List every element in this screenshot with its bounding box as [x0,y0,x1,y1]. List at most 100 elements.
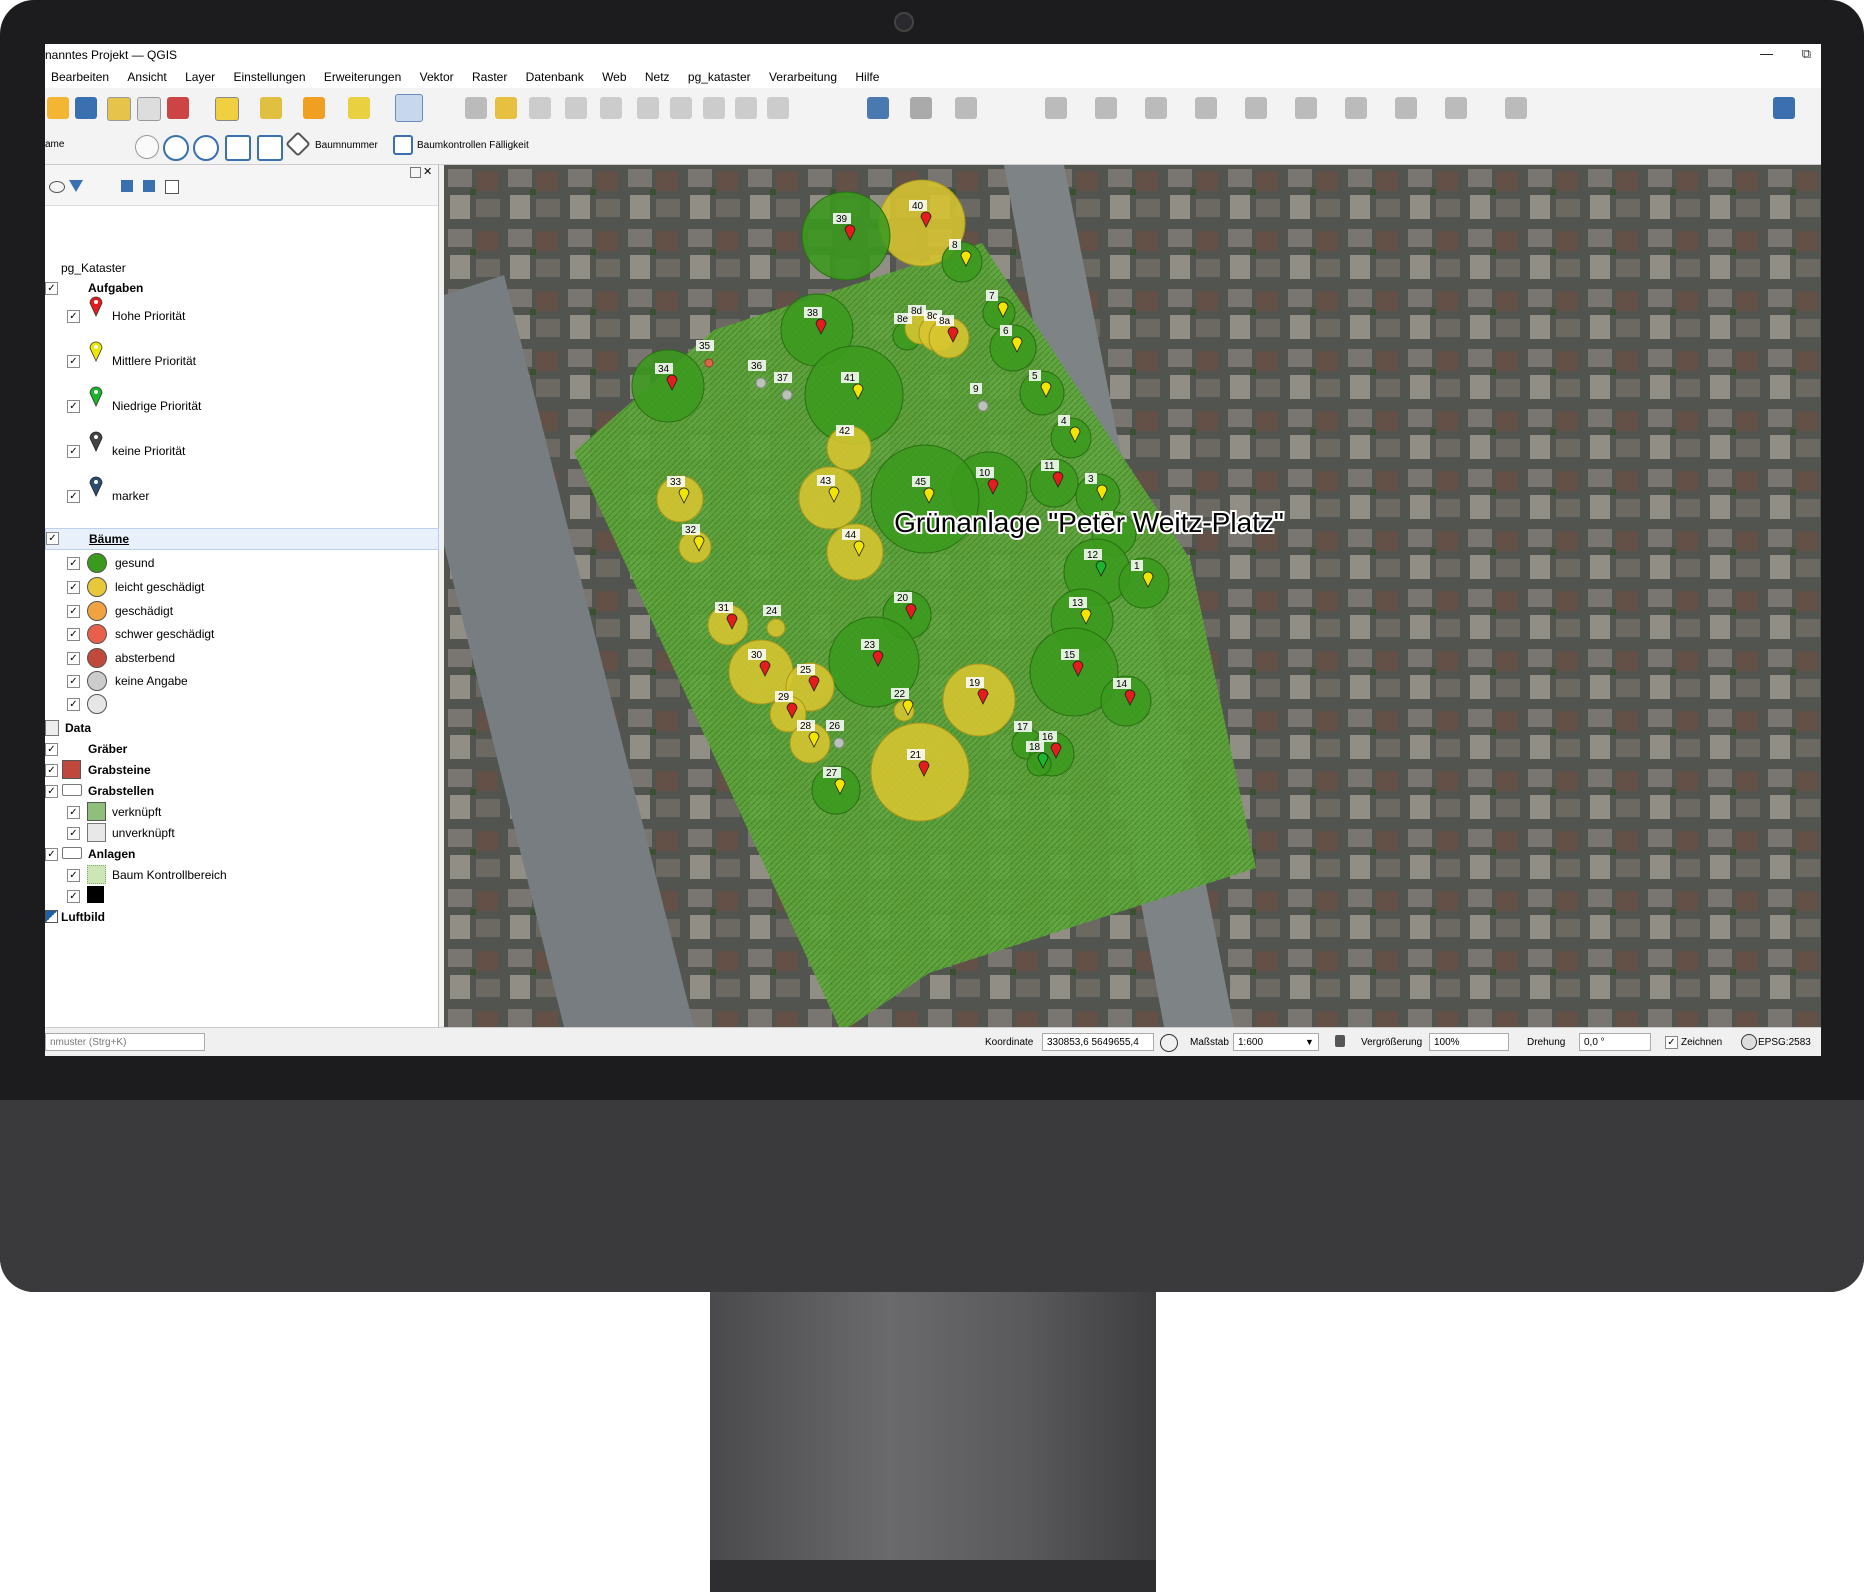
gesund-checkbox[interactable]: ✓ [67,557,80,570]
locator-search-input[interactable]: nmuster (Strg+K) [45,1033,205,1051]
menu-verarbeitung[interactable]: Verarbeitung [769,70,837,84]
render-checkbox[interactable]: ✓ [1665,1036,1678,1049]
coordinate-field[interactable]: 330853,6 5649655,4 [1042,1033,1154,1051]
tree-canopy-19[interactable] [942,663,1016,737]
grid-icon[interactable] [225,135,251,161]
delete-part-icon[interactable] [1445,97,1467,119]
info-icon[interactable] [163,135,189,161]
leicht-geschaedigt-checkbox[interactable]: ✓ [67,581,80,594]
anlagen-other-checkbox[interactable]: ✓ [67,890,80,903]
menu-web[interactable]: Web [602,70,626,84]
paste-features-icon[interactable] [767,97,789,119]
keine-prioritaet-checkbox[interactable]: ✓ [67,445,80,458]
tree-canopy-26[interactable] [833,737,845,749]
simplify-icon[interactable] [1295,97,1317,119]
add-feature-icon[interactable] [565,97,587,119]
float-panel-icon[interactable] [410,167,421,178]
toggle-editing-icon[interactable] [495,97,517,119]
keine-angabe-checkbox[interactable]: ✓ [67,675,80,688]
anlagen-checkbox[interactable]: ✓ [45,848,58,861]
lock-icon[interactable] [1335,1035,1345,1047]
menu-erweiterungen[interactable]: Erweiterungen [324,70,401,84]
new-print-layout-icon[interactable] [107,97,131,121]
search-icon[interactable] [193,135,219,161]
digitize-icon[interactable] [465,97,487,119]
select-location-icon[interactable] [348,97,370,119]
fill-ring-icon[interactable] [1345,97,1367,119]
grabstellen-checkbox[interactable]: ✓ [45,785,58,798]
menu-datenbank[interactable]: Datenbank [526,70,584,84]
tree-canopy-8[interactable] [941,241,983,283]
grabsteine-checkbox[interactable]: ✓ [45,764,58,777]
python-console-icon[interactable] [1773,97,1795,119]
other-class-checkbox[interactable]: ✓ [67,698,80,711]
menu-hilfe[interactable]: Hilfe [855,70,879,84]
advanced-digitizing-icon[interactable] [910,97,932,119]
magnifier-spinbox[interactable]: 100% [1429,1033,1509,1051]
remove-layer-icon[interactable] [165,180,179,194]
tree-canopy-6[interactable] [989,324,1037,372]
mouse-crosshair-icon[interactable] [1160,1034,1178,1052]
copy-features-icon[interactable] [735,97,757,119]
baumkontrollen-filter-label[interactable]: Baumkontrollen Fälligkeit [417,140,529,151]
open-project-icon[interactable] [47,97,69,119]
layout-manager-icon[interactable] [137,97,161,121]
deselect-icon[interactable] [303,97,325,119]
menu-bearbeiten[interactable]: Bearbeiten [51,70,109,84]
marker-checkbox[interactable]: ✓ [67,490,80,503]
eye-icon[interactable] [49,181,65,193]
identify-features-icon[interactable] [395,94,423,122]
database-icon[interactable] [867,97,889,119]
graeber-checkbox[interactable]: ✓ [45,743,58,756]
group-baeume[interactable]: ✓ Bäume [45,528,439,550]
minimize-window-icon[interactable]: — [1760,46,1773,61]
delete-selected-icon[interactable] [670,97,692,119]
tree-canopy-1[interactable] [1118,557,1170,609]
field-combo-label[interactable]: ame [45,139,64,150]
cut-features-icon[interactable] [703,97,725,119]
close-panel-icon[interactable]: ✕ [423,165,432,178]
merge-features-icon[interactable] [1095,97,1117,119]
filter-legend-icon[interactable] [69,180,83,192]
geschaedigt-checkbox[interactable]: ✓ [67,605,80,618]
offset-curve-icon[interactable] [1195,97,1217,119]
mittlere-prioritaet-checkbox[interactable]: ✓ [67,355,80,368]
add-circle-icon[interactable] [135,135,159,159]
select-features-icon[interactable] [215,97,239,121]
menu-einstellungen[interactable]: Einstellungen [233,70,305,84]
globe-icon[interactable] [1741,1034,1757,1050]
tree-canopy-24[interactable] [766,618,786,638]
save-edits-icon[interactable] [529,97,551,119]
tree-canopy-5[interactable] [1019,370,1065,416]
tree-canopy-34[interactable] [631,349,705,423]
modify-attributes-icon[interactable] [637,97,659,119]
split-features-icon[interactable] [1045,97,1067,119]
unverknuepft-checkbox[interactable]: ✓ [67,827,80,840]
tree-canopy-39[interactable] [801,191,891,281]
tree-canopy-4[interactable] [1050,417,1092,459]
rotation-spinbox[interactable]: 0,0 ° [1579,1033,1651,1051]
hohe-prioritaet-checkbox[interactable]: ✓ [67,310,80,323]
collapse-all-icon[interactable] [143,180,155,192]
select-by-value-icon[interactable] [260,97,282,119]
menu-ansicht[interactable]: Ansicht [127,70,166,84]
filter-icon[interactable] [393,135,413,155]
style-manager-icon[interactable] [167,97,189,119]
absterbend-checkbox[interactable]: ✓ [67,652,80,665]
reshape-icon[interactable] [1145,97,1167,119]
schwer-geschaedigt-checkbox[interactable]: ✓ [67,628,80,641]
restore-window-icon[interactable]: ⧉ [1802,46,1811,62]
crs-label[interactable]: EPSG:2583 [1758,1037,1811,1048]
aufgaben-checkbox[interactable]: ✓ [45,282,58,295]
menu-pg-kataster[interactable]: pg_kataster [688,70,751,84]
menu-raster[interactable]: Raster [472,70,507,84]
baumnummer-label[interactable]: Baumnummer [315,140,378,151]
chevron-down-icon[interactable]: ▼ [1305,1037,1314,1047]
tree-canopy-9[interactable] [977,400,989,412]
delete-ring-icon[interactable] [1395,97,1417,119]
tree-canopy-36[interactable] [755,377,767,389]
save-project-icon[interactable] [75,97,97,119]
tag-icon[interactable] [285,131,311,157]
verknuepft-checkbox[interactable]: ✓ [67,806,80,819]
rotate-feature-icon[interactable] [1245,97,1267,119]
